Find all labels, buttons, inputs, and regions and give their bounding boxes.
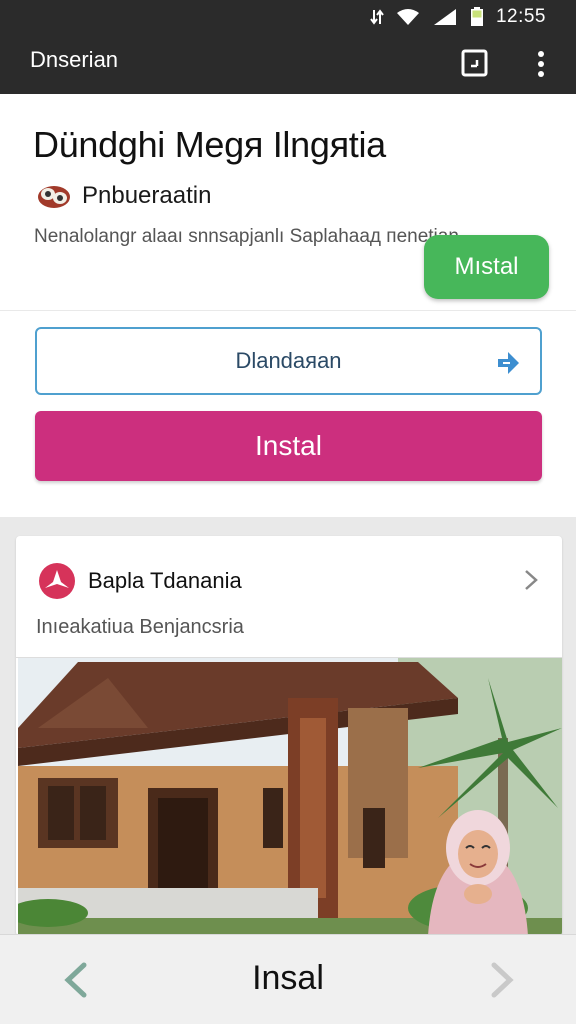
signal-icon — [433, 9, 456, 25]
share-arrow-icon — [498, 352, 519, 374]
download-button-label: Dlandaяan — [235, 348, 342, 373]
listing-title: Bapla Tdanania — [88, 568, 242, 593]
publisher-name: Pnbueraatin — [82, 182, 212, 209]
mini-install-button[interactable]: Mıstal — [424, 235, 549, 299]
square-icon[interactable] — [461, 49, 488, 77]
page-title: Dündghi Megя Ilngяtia — [33, 124, 386, 165]
bottom-navigation: Insal — [0, 934, 576, 1024]
forward-arrow-icon[interactable] — [484, 959, 520, 1001]
publisher-logo-icon — [38, 186, 70, 208]
more-vert-icon[interactable] — [526, 48, 556, 80]
listing-header[interactable]: Bapla Tdanania Inıeakatiua Benjancsria — [16, 536, 562, 658]
publisher-row[interactable]: Pnbueraatin — [36, 182, 211, 210]
install-button[interactable]: Instal — [35, 411, 542, 481]
app-title: Dnserian — [30, 47, 119, 72]
download-button[interactable]: Dlandaяan — [35, 327, 542, 395]
app-info-card: Dündghi Megя Ilngяtia Pnbueraatin Nenalo… — [0, 94, 576, 310]
actions-card: Dlandaяan Instal — [0, 311, 576, 517]
app-bar: Dnserian — [0, 34, 576, 94]
wifi-icon — [396, 9, 419, 25]
status-bar: 12:55 — [0, 0, 576, 34]
battery-icon — [470, 7, 483, 26]
listing-logo-icon — [39, 563, 75, 599]
status-time: 12:55 — [495, 6, 546, 27]
chevron-right-icon[interactable] — [522, 568, 540, 592]
listing-subtitle: Inıeakatiua Benjancsria — [36, 616, 244, 638]
listing-photo — [18, 658, 562, 936]
app-description: Nenalolangr alaaı snnsapjanlı Saplahaaд … — [34, 226, 459, 247]
status-icons: 12:55 — [370, 6, 546, 28]
listing-card[interactable]: Bapla Tdanania Inıeakatiua Benjancsria — [16, 536, 562, 936]
data-transfer-icon — [370, 9, 384, 25]
